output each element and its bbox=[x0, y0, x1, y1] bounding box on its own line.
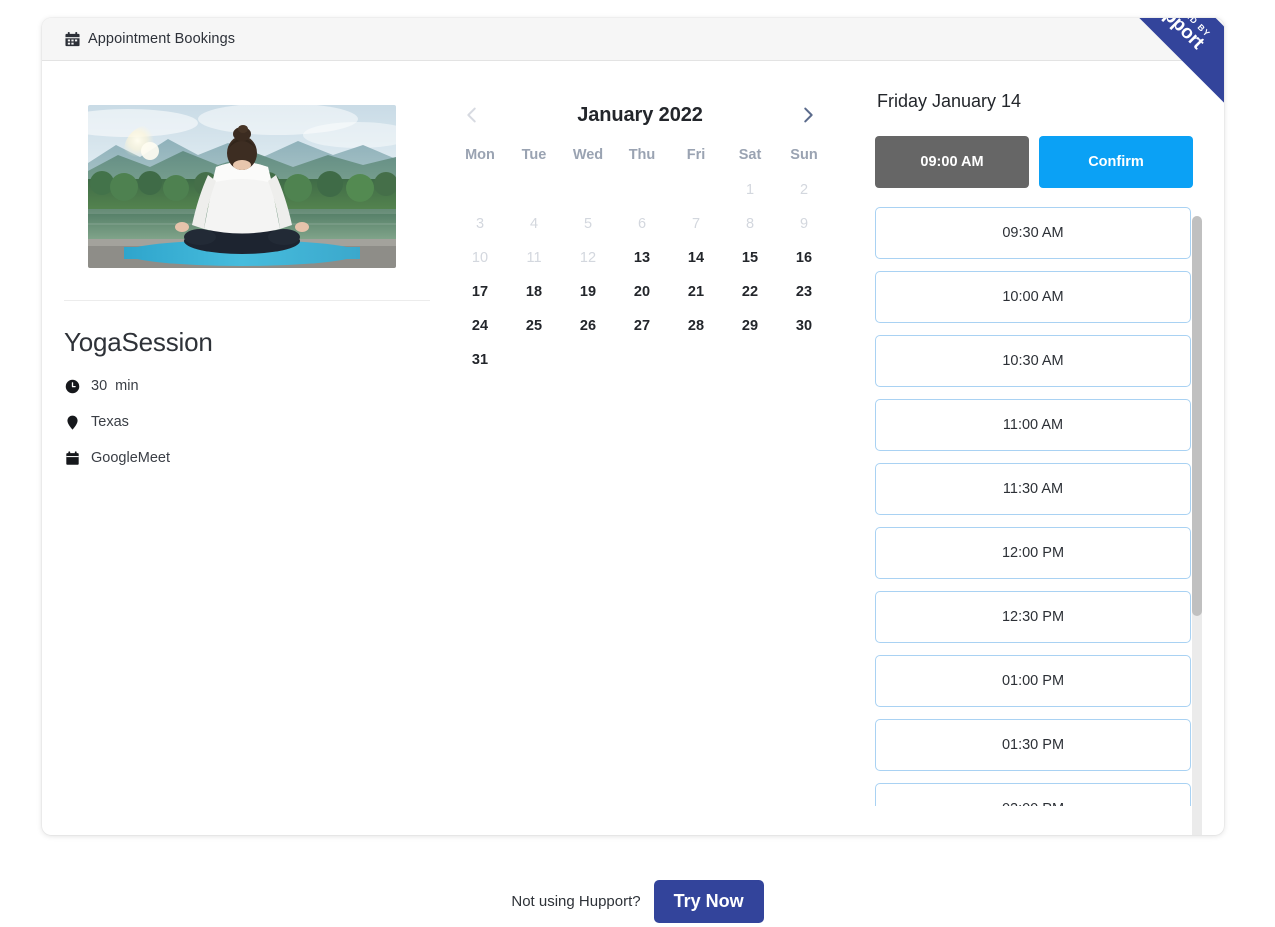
calendar-day-11: 11 bbox=[526, 250, 542, 266]
time-slot-button[interactable]: 01:00 PM bbox=[875, 655, 1191, 707]
calendar-day-blank bbox=[507, 173, 561, 207]
calendar-day-blank bbox=[453, 173, 507, 207]
calendar-day-3: 3 bbox=[475, 216, 485, 232]
calendar-day-25[interactable]: 25 bbox=[507, 309, 561, 343]
calendar-day-14[interactable]: 14 bbox=[669, 241, 723, 275]
selected-time-slot-button[interactable]: 09:00 AM bbox=[875, 136, 1029, 188]
calendar-day-21[interactable]: 21 bbox=[669, 275, 723, 309]
calendar-next-month-button[interactable] bbox=[793, 100, 823, 130]
calendar-weekday-mon: Mon bbox=[465, 147, 495, 163]
calendar-day-10: 10 bbox=[471, 250, 489, 266]
calendar-weekday-wed: Wed bbox=[572, 147, 604, 163]
time-slot-button[interactable]: 01:30 PM bbox=[875, 719, 1191, 771]
calendar-day-7: 7 bbox=[691, 216, 701, 232]
calendar-day-26[interactable]: 26 bbox=[561, 309, 615, 343]
time-slot-button[interactable]: 02:00 PM bbox=[875, 783, 1191, 806]
calendar-day-1: 1 bbox=[745, 182, 755, 198]
time-slots-scroll-area: 09:00 AM Confirm 09:30 AM 10:00 AM 10:30 A… bbox=[875, 136, 1215, 806]
booking-page: Appointment Bookings YogaSession 30 min … bbox=[0, 0, 1275, 927]
calendar-day-15[interactable]: 15 bbox=[723, 241, 777, 275]
calendar-icon bbox=[65, 31, 80, 47]
service-meta-list: 30 min Texas GoogleMeet bbox=[62, 376, 447, 468]
time-slot-button[interactable]: 11:30 AM bbox=[875, 463, 1191, 515]
calendar-day-16[interactable]: 16 bbox=[777, 241, 831, 275]
calendar-day-22[interactable]: 22 bbox=[723, 275, 777, 309]
calendar-day-27[interactable]: 27 bbox=[615, 309, 669, 343]
calendar-day-blank bbox=[561, 173, 615, 207]
calendar-day-24[interactable]: 24 bbox=[453, 309, 507, 343]
time-slot-button[interactable]: 11:00 AM bbox=[875, 399, 1191, 451]
calendar-day-28[interactable]: 28 bbox=[669, 309, 723, 343]
page-title: Appointment Bookings bbox=[88, 31, 236, 47]
duration-unit: min bbox=[115, 378, 139, 394]
time-slots-scrollbar-thumb[interactable] bbox=[1192, 216, 1202, 616]
location-value: Texas bbox=[91, 414, 129, 430]
calendar-weekday-thu: Thu bbox=[628, 147, 656, 163]
calendar-day-6: 6 bbox=[637, 216, 647, 232]
calendar-day-12: 12 bbox=[579, 250, 597, 266]
try-now-button[interactable]: Try Now bbox=[653, 880, 764, 923]
platform-value: GoogleMeet bbox=[91, 450, 170, 466]
time-slots-scrollbar-track[interactable] bbox=[1192, 216, 1202, 835]
time-slots-panel: Friday January 14 09:00 AM Confirm 09:30… bbox=[837, 61, 1224, 835]
map-pin-icon bbox=[64, 414, 80, 430]
calendar-prev-month-button[interactable] bbox=[457, 100, 487, 130]
clock-icon bbox=[64, 378, 80, 394]
time-slot-list: 09:30 AM 10:00 AM 10:30 AM 11:00 AM 11:30 AM… bbox=[875, 207, 1215, 806]
calendar-day-20[interactable]: 20 bbox=[615, 275, 669, 309]
calendar-day-8: 8 bbox=[745, 216, 755, 232]
calendar-month-label: January 2022 bbox=[577, 103, 703, 126]
time-slot-button[interactable]: 12:00 PM bbox=[875, 527, 1191, 579]
calendar-day-9: 9 bbox=[799, 216, 809, 232]
selected-date-label: Friday January 14 bbox=[877, 91, 1022, 111]
calendar-weekday-sat: Sat bbox=[738, 147, 762, 163]
calendar-header: January 2022 bbox=[447, 97, 837, 133]
calendar-day-19[interactable]: 19 bbox=[561, 275, 615, 309]
time-slot-button[interactable]: 09:30 AM bbox=[875, 207, 1191, 259]
calendar-day-blank bbox=[615, 173, 669, 207]
card-header: Appointment Bookings bbox=[42, 18, 1224, 61]
calendar-day-30[interactable]: 30 bbox=[777, 309, 831, 343]
service-panel: YogaSession 30 min Texas GoogleMeet bbox=[42, 61, 447, 835]
calendar-day-18[interactable]: 18 bbox=[507, 275, 561, 309]
calendar-day-23[interactable]: 23 bbox=[777, 275, 831, 309]
calendar-weekday-tue: Tue bbox=[521, 147, 547, 163]
calendar-day-31[interactable]: 31 bbox=[453, 343, 507, 377]
calendar-grid: Mon Tue Wed Thu Fri Sat Sun 1 2 3 4 5 6 7 8 9 10 11 12 13 14… bbox=[447, 141, 837, 377]
calendar-day-blank bbox=[669, 173, 723, 207]
section-divider bbox=[64, 300, 430, 301]
calendar-weekday-fri: Fri bbox=[686, 147, 706, 163]
calendar-weekday-sun: Sun bbox=[790, 147, 818, 163]
calendar-day-13[interactable]: 13 bbox=[615, 241, 669, 275]
duration-value: 30 bbox=[91, 378, 108, 394]
calendar-day-2: 2 bbox=[799, 182, 809, 198]
time-slot-button[interactable]: 10:00 AM bbox=[875, 271, 1191, 323]
confirm-button[interactable]: Confirm bbox=[1039, 136, 1193, 188]
service-title: YogaSession bbox=[64, 327, 213, 357]
calendar-day-4: 4 bbox=[529, 216, 539, 232]
calendar-icon bbox=[64, 450, 80, 466]
selected-slot-row: 09:00 AM Confirm bbox=[875, 136, 1215, 188]
calendar-day-5: 5 bbox=[583, 216, 593, 232]
service-platform: GoogleMeet bbox=[64, 448, 447, 468]
calendar-day-29[interactable]: 29 bbox=[723, 309, 777, 343]
service-duration: 30 min bbox=[64, 376, 447, 396]
card-body: YogaSession 30 min Texas GoogleMeet Janu… bbox=[42, 61, 1224, 835]
time-slot-button[interactable]: 10:30 AM bbox=[875, 335, 1191, 387]
service-hero-image bbox=[88, 105, 396, 268]
calendar-day-17[interactable]: 17 bbox=[453, 275, 507, 309]
calendar-panel: January 2022 Mon Tue Wed Thu Fri Sat Sun 1 2 3 4 5 6… bbox=[447, 61, 837, 835]
booking-card: Appointment Bookings YogaSession 30 min … bbox=[42, 18, 1224, 835]
footer-prompt: Not using Hupport? bbox=[511, 893, 641, 910]
footer: Not using Hupport? Try Now bbox=[0, 880, 1275, 923]
service-location: Texas bbox=[64, 412, 447, 432]
time-slot-button[interactable]: 12:30 PM bbox=[875, 591, 1191, 643]
